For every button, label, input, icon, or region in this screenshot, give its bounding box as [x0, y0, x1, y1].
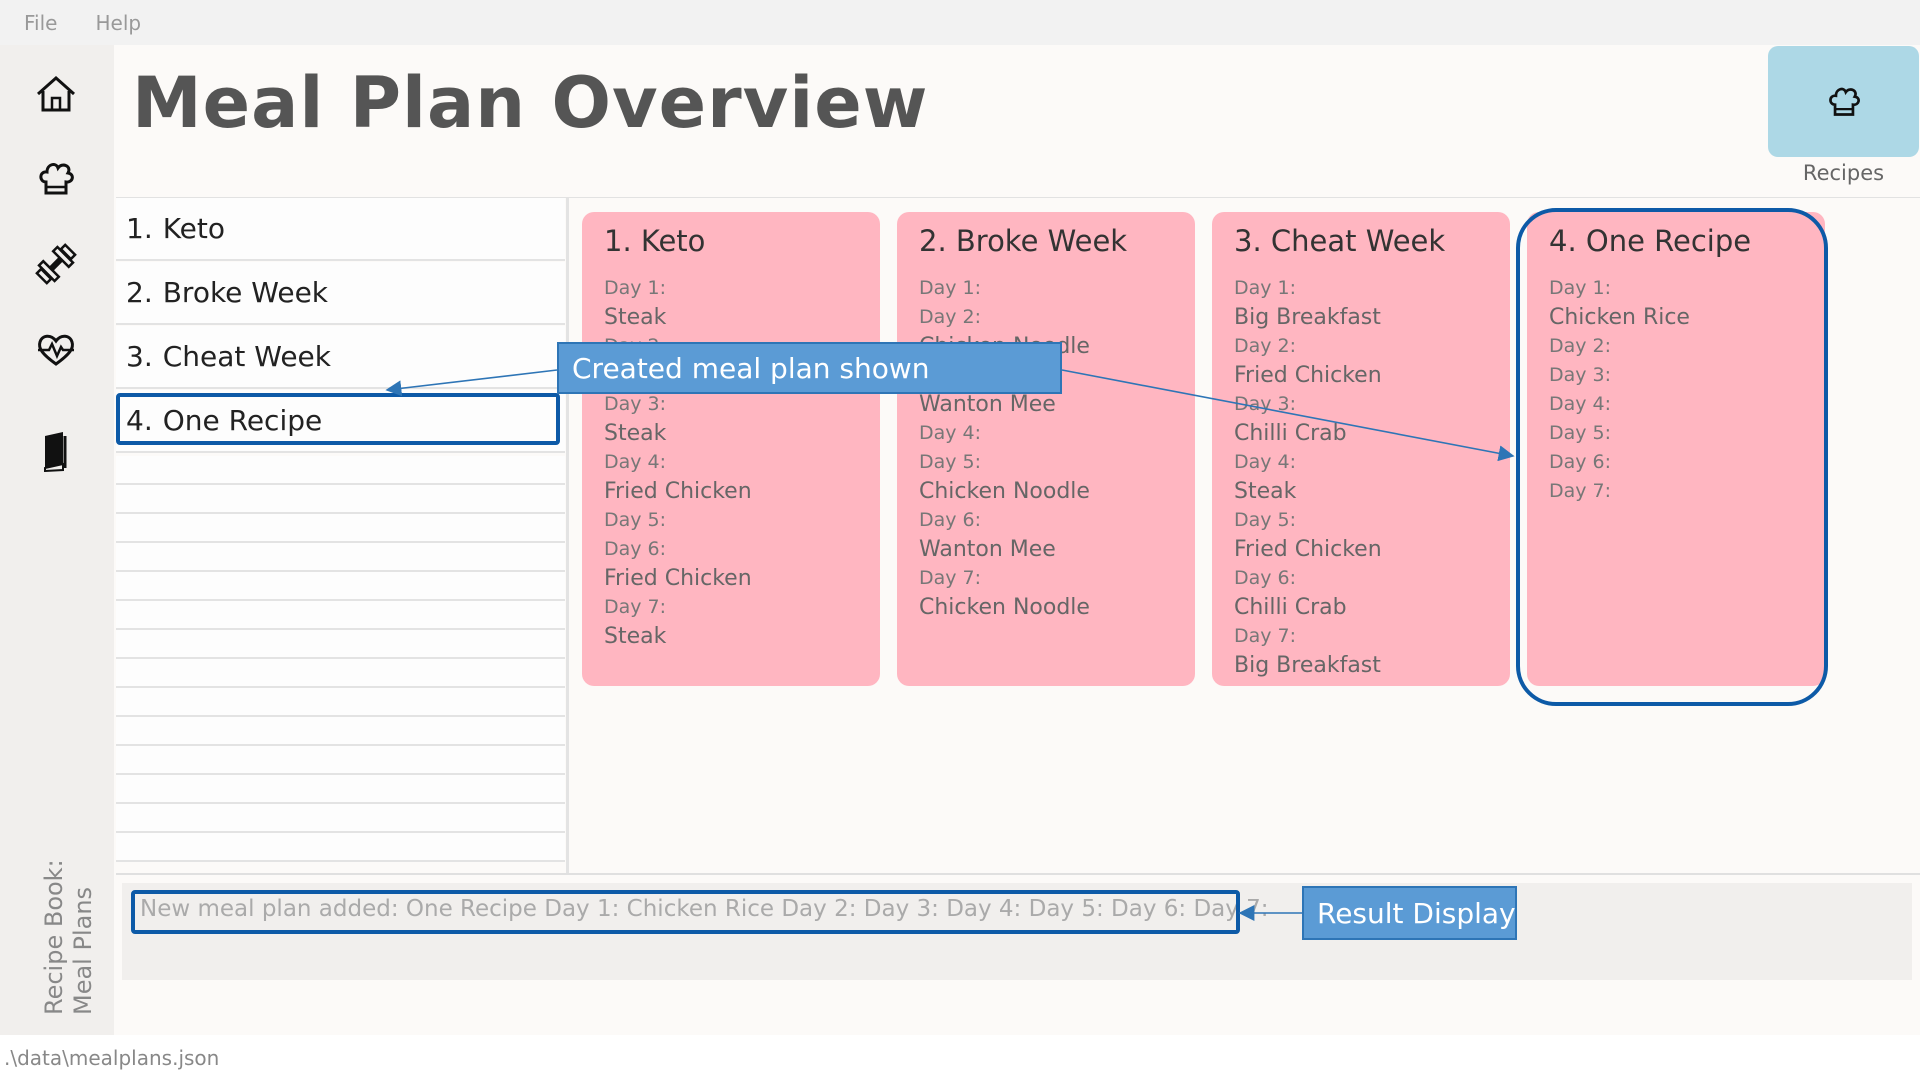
empty-list-row	[116, 514, 565, 543]
meal-plan-card[interactable]: 3. Cheat Week Day 1: Big Breakfast Day 2: Fr…	[1212, 212, 1510, 686]
empty-list-row	[116, 659, 565, 688]
card-meal-name: Fried Chicken	[1234, 363, 1382, 388]
card-highlight	[1516, 208, 1828, 706]
card-meal-name: Chicken Noodle	[919, 479, 1090, 504]
card-meal-name: Wanton Mee	[919, 537, 1056, 562]
empty-list-row	[116, 717, 565, 746]
meal-plan-list-item[interactable]: 3. Cheat Week	[116, 326, 565, 389]
card-day-label: Day 2:	[919, 306, 982, 328]
meal-plan-list: 1. Keto 2. Broke Week 3. Cheat Week 4. One Reci…	[116, 198, 569, 874]
list-item-highlight	[116, 393, 560, 445]
card-meal-name: Big Breakfast	[1234, 305, 1381, 330]
card-meal-name: Chicken Noodle	[919, 595, 1090, 620]
status-bar-path: .\data\mealplans.json	[4, 1046, 220, 1070]
card-day-label: Day 1:	[1234, 277, 1297, 299]
card-day-label: Day 5:	[1234, 509, 1297, 531]
empty-list-row	[116, 688, 565, 717]
meal-plan-card[interactable]: 1. KetoDay 1:SteakDay 2: Day 3:SteakDay …	[582, 212, 880, 686]
meal-plan-list-item-number: 1.	[126, 212, 153, 245]
card-day-label: Day 4:	[919, 422, 982, 444]
card-meal-name: Fried Chicken	[604, 566, 752, 591]
card-meal-name: Steak	[604, 624, 667, 649]
sidebar-section-label: Recipe Book: Meal Plans	[40, 815, 100, 1015]
card-day-label: Day 3:	[604, 393, 667, 415]
created-meal-plan-callout: Created meal plan shown	[557, 342, 1062, 394]
sidebar-label-line1: Recipe Book:	[40, 859, 68, 1015]
card-day-label: Day 6:	[1234, 567, 1297, 589]
card-meal-name: Wanton Mee	[919, 392, 1056, 417]
meal-plan-list-item[interactable]: 2. Broke Week	[116, 262, 565, 325]
card-meal-name: Chilli Crab	[1234, 595, 1347, 620]
meal-plan-card-title: 2. Broke Week	[919, 224, 1128, 258]
empty-list-row	[116, 572, 565, 601]
empty-list-row	[116, 833, 565, 862]
heartbeat-icon[interactable]	[33, 327, 79, 373]
meal-plan-list-item-label: Broke Week	[162, 276, 329, 309]
result-display-highlight	[131, 890, 1240, 934]
empty-list-row	[116, 630, 565, 659]
menu-bar: File Help	[0, 0, 1920, 45]
chef-hat-icon	[1828, 87, 1860, 116]
meal-plan-list-item-number: 3.	[126, 340, 153, 373]
meal-plan-list-item-number: 2.	[126, 276, 153, 309]
meal-plan-list-item-label: Cheat Week	[162, 340, 331, 373]
card-day-label: Day 1:	[604, 277, 667, 299]
card-day-label: Day 4:	[604, 451, 667, 473]
card-day-label: Day 1:	[919, 277, 982, 299]
card-day-label: Day 4:	[1234, 451, 1297, 473]
card-day-label: Day 7:	[1234, 625, 1297, 647]
meal-plan-card-title: 3. Cheat Week	[1234, 224, 1446, 258]
card-meal-name: Steak	[1234, 479, 1297, 504]
home-icon[interactable]	[33, 71, 79, 117]
card-day-label: Day 7:	[919, 567, 982, 589]
card-meal-name: Chilli Crab	[1234, 421, 1347, 446]
recipes-tab-button[interactable]	[1768, 46, 1919, 157]
divider	[116, 873, 1920, 875]
meal-plan-list-item-label: Keto	[162, 212, 226, 245]
book-icon[interactable]	[33, 428, 79, 474]
chef-hat-icon[interactable]	[33, 156, 79, 202]
card-meal-name: Big Breakfast	[1234, 653, 1381, 678]
empty-list-row	[116, 485, 565, 514]
card-day-label: Day 6:	[604, 538, 667, 560]
meal-plan-card[interactable]: 2. Broke Week Day 1: Day 2: Chicken Noodle D…	[897, 212, 1195, 686]
card-day-label: Day 6:	[919, 509, 982, 531]
dumbbell-icon[interactable]	[33, 241, 79, 287]
empty-list-row	[116, 746, 565, 775]
recipes-tab-label: Recipes	[1802, 161, 1885, 185]
empty-list-row	[116, 543, 565, 572]
empty-list-row	[116, 456, 565, 485]
empty-list-row	[116, 601, 565, 630]
menu-file[interactable]: File	[24, 11, 57, 35]
sidebar-label-line2: Meal Plans	[69, 886, 97, 1015]
card-meal-name: Steak	[604, 305, 667, 330]
card-meal-name: Fried Chicken	[604, 479, 752, 504]
menu-help[interactable]: Help	[95, 11, 141, 35]
empty-list-row	[116, 775, 565, 804]
page-title: Meal Plan Overview	[132, 62, 929, 144]
card-day-label: Day 7:	[604, 596, 667, 618]
result-display-callout: Result Display	[1302, 886, 1517, 940]
card-day-label: Day 3:	[1234, 393, 1297, 415]
empty-list-row	[116, 804, 565, 833]
meal-plan-card-title: 1. Keto	[604, 224, 706, 258]
status-bar	[0, 1035, 1920, 1080]
card-day-label: Day 5:	[604, 509, 667, 531]
meal-plan-list-item[interactable]: 1. Keto	[116, 198, 565, 261]
card-meal-name: Steak	[604, 421, 667, 446]
sidebar: Recipe Book: Meal Plans	[0, 45, 114, 1035]
card-meal-name: Fried Chicken	[1234, 537, 1382, 562]
card-day-label: Day 5:	[919, 451, 982, 473]
card-day-label: Day 2:	[1234, 335, 1297, 357]
